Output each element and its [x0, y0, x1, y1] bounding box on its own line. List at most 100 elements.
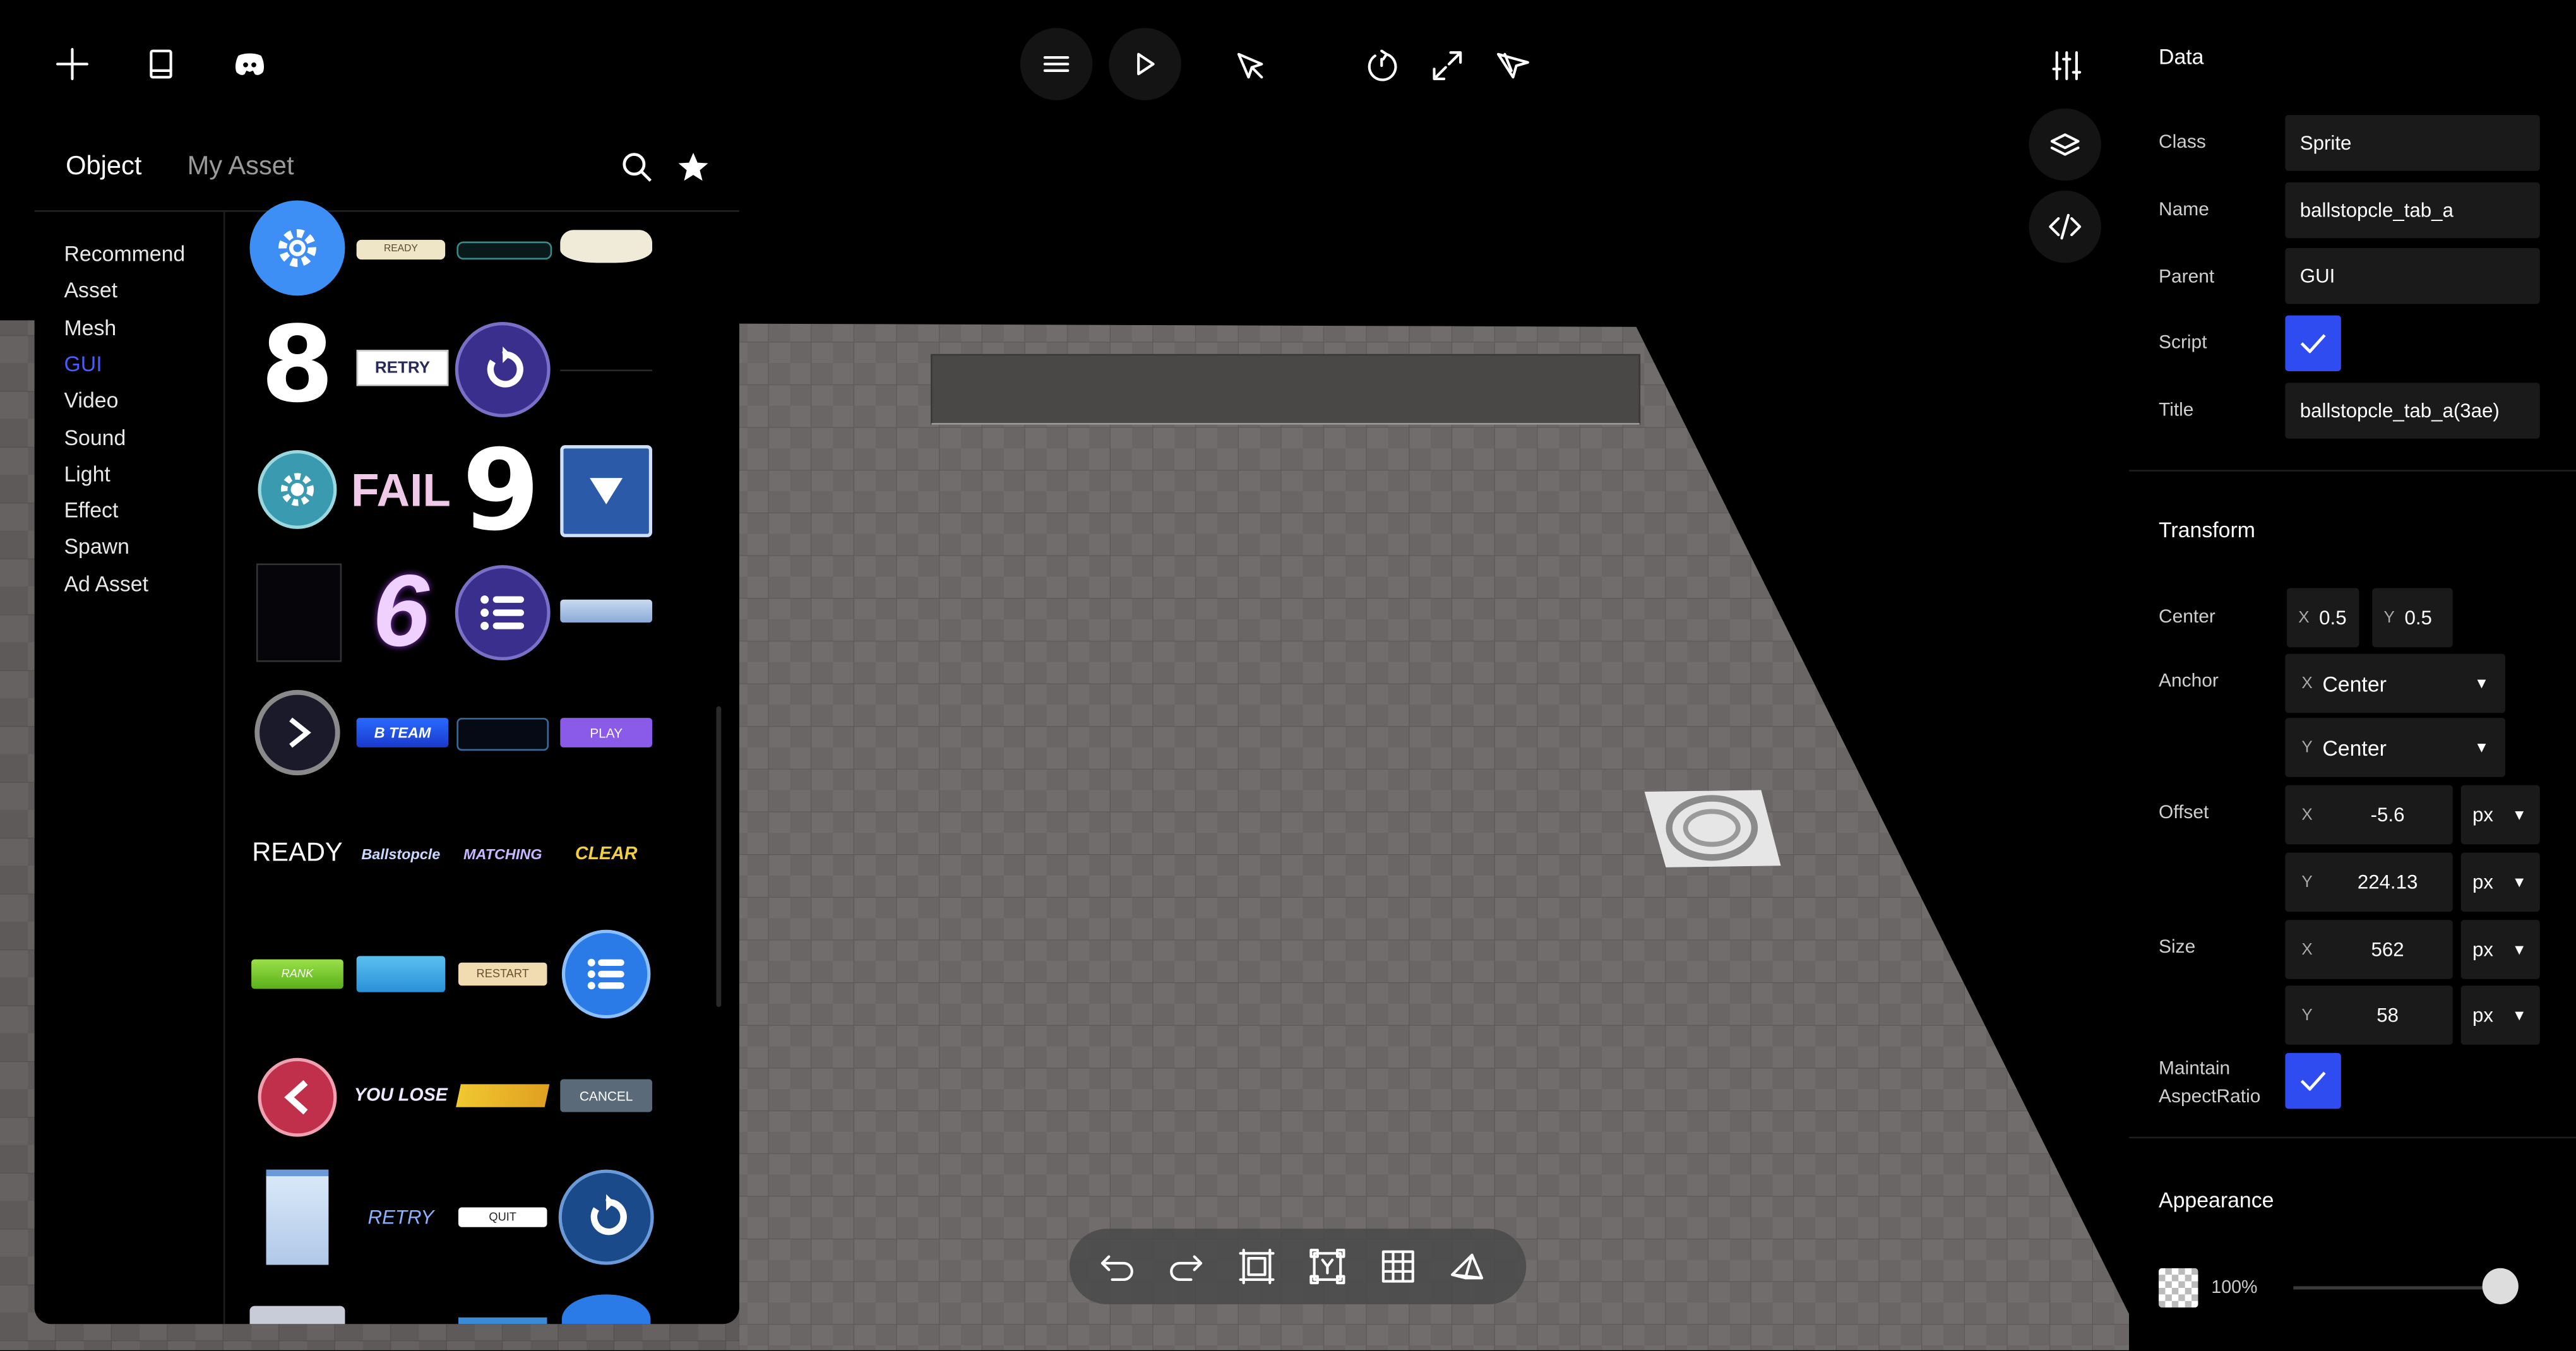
sliders-icon[interactable] [2044, 43, 2090, 89]
category-spawn[interactable]: Spawn [64, 534, 129, 559]
script-checkbox[interactable] [2285, 315, 2341, 372]
size-y-unit-select[interactable]: px ▼ [2460, 985, 2540, 1045]
center-x-field[interactable]: X 0.5 [2286, 588, 2359, 648]
code-icon[interactable] [2029, 190, 2101, 263]
category-sound[interactable]: Sound [64, 426, 126, 450]
search-icon[interactable] [621, 151, 654, 192]
book-icon[interactable] [138, 41, 184, 87]
transform-icon[interactable] [1304, 1244, 1351, 1290]
parent-field[interactable]: GUI [2285, 247, 2540, 304]
gui-item-dropdown-button[interactable] [560, 445, 652, 537]
gui-item-light-blue-bar[interactable] [560, 599, 652, 623]
anchor-label: Anchor [2159, 672, 2219, 692]
gui-item-cream-banner[interactable] [560, 230, 652, 263]
gui-item-thin-line[interactable] [560, 369, 652, 372]
redo-icon[interactable] [1163, 1244, 1209, 1290]
name-field[interactable]: ballstopcle_tab_a [2285, 182, 2540, 239]
offset-y-unit-select[interactable]: px ▼ [2460, 852, 2540, 912]
category-effect[interactable]: Effect [64, 497, 118, 522]
gui-item-matching[interactable]: MATCHING [453, 843, 552, 866]
gui-item-yellow-bar[interactable] [456, 1084, 550, 1107]
offset-label: Offset [2159, 803, 2209, 823]
gui-item-cancel[interactable]: CANCEL [560, 1079, 652, 1112]
category-recommend[interactable]: Recommend [64, 241, 185, 266]
title-label: Title [2159, 400, 2194, 421]
tab-object[interactable]: Object [66, 153, 141, 182]
gui-item-play[interactable]: PLAY [560, 718, 652, 747]
gui-item-restart-purple[interactable] [455, 321, 551, 417]
transparency-swatch[interactable] [2159, 1268, 2198, 1308]
gui-item-clear[interactable]: CLEAR [557, 841, 655, 867]
gui-item-number-9[interactable]: 9 [458, 426, 544, 556]
gui-item-retry-box[interactable]: RETRY [356, 350, 449, 386]
title-field[interactable]: ballstopcle_tab_a(3ae) [2285, 383, 2540, 439]
layers-icon[interactable] [2029, 108, 2101, 181]
select-cursor-icon[interactable] [1227, 43, 1273, 89]
gui-item-gray-panel[interactable] [249, 1306, 345, 1324]
category-video[interactable]: Video [64, 388, 118, 412]
gui-item-rank[interactable]: RANK [251, 959, 343, 989]
frame-icon[interactable] [1234, 1244, 1280, 1290]
gui-item-next-round[interactable] [254, 689, 340, 776]
gui-item-sky-blue-button[interactable] [356, 956, 446, 992]
star-icon[interactable] [677, 151, 710, 192]
target-sprite[interactable] [1644, 790, 1781, 867]
offset-x-field[interactable]: X -5.6 [2285, 785, 2453, 845]
gui-item-quit[interactable]: QUIT [458, 1207, 547, 1227]
category-gui[interactable]: GUI [64, 352, 102, 376]
play-icon[interactable] [1109, 28, 1181, 100]
gui-item-ready-big[interactable]: READY [248, 836, 347, 872]
undo-icon[interactable] [1094, 1244, 1140, 1290]
size-x-unit-select[interactable]: px ▼ [2460, 920, 2540, 979]
grid-icon[interactable] [1375, 1244, 1421, 1290]
gui-item-number-8[interactable]: 8 [254, 306, 340, 427]
gui-item-blue-bar[interactable] [458, 1317, 547, 1324]
gui-item-teal-bar[interactable] [456, 241, 552, 260]
gui-item-ballstopcle[interactable]: Ballstopcle [352, 843, 450, 866]
gui-item-fail[interactable]: FAIL [351, 463, 451, 519]
selected-sprite-bar[interactable] [931, 354, 1641, 425]
gui-item-gear-blue[interactable] [249, 200, 345, 296]
gui-item-you-lose[interactable]: YOU LOSE [352, 1083, 450, 1109]
category-light[interactable]: Light [64, 461, 110, 486]
anchor-x-select[interactable]: X Center ▼ [2285, 653, 2506, 713]
category-asset[interactable]: Asset [64, 278, 117, 302]
anchor-y-select[interactable]: Y Center ▼ [2285, 718, 2506, 777]
gui-item-blue-circle-partial[interactable] [561, 1294, 651, 1324]
opacity-slider-thumb[interactable] [2482, 1268, 2519, 1304]
chevron-down-icon: ▼ [2474, 675, 2490, 692]
menu-icon[interactable] [1020, 28, 1093, 100]
gui-item-list-purple[interactable] [455, 565, 551, 661]
offset-x-unit-select[interactable]: px ▼ [2460, 785, 2540, 845]
gui-item-restart-blue[interactable] [558, 1169, 654, 1265]
maintain-aspect-checkbox[interactable] [2285, 1052, 2341, 1109]
asset-scrollbar[interactable] [716, 706, 722, 1008]
class-field[interactable]: Sprite [2285, 115, 2540, 171]
gui-item-card-panel[interactable] [266, 1169, 329, 1265]
camera-icon[interactable] [1446, 1244, 1492, 1290]
size-x-field[interactable]: X 562 [2285, 920, 2453, 979]
class-label: Class [2159, 133, 2206, 153]
expand-icon[interactable] [1424, 43, 1470, 89]
gui-item-list-blue[interactable] [561, 929, 651, 1019]
category-ad-asset[interactable]: Ad Asset [64, 571, 148, 596]
offset-y-field[interactable]: Y 224.13 [2285, 852, 2453, 912]
gui-item-gear-teal[interactable] [258, 449, 337, 529]
tab-my-asset[interactable]: My Asset [188, 153, 294, 182]
gui-item-dark-panel[interactable] [256, 563, 342, 662]
rotate-icon[interactable] [1359, 43, 1405, 89]
discord-icon[interactable] [227, 41, 273, 87]
gui-item-restart[interactable]: RESTART [458, 962, 547, 986]
gui-item-number-6[interactable]: 6 [357, 554, 446, 668]
category-mesh[interactable]: Mesh [64, 316, 116, 340]
gui-item-ready-small[interactable]: READY [356, 239, 446, 260]
opacity-slider-track[interactable] [2293, 1286, 2501, 1290]
gui-item-b-team[interactable]: B TEAM [356, 718, 449, 747]
add-icon[interactable] [49, 41, 95, 87]
size-y-field[interactable]: Y 58 [2285, 985, 2453, 1045]
move-cursor-icon[interactable] [1490, 43, 1536, 89]
center-y-field[interactable]: Y 0.5 [2372, 588, 2453, 648]
gui-item-retry-italic[interactable]: RETRY [355, 1204, 447, 1230]
gui-item-back-red[interactable] [258, 1057, 337, 1137]
gui-item-dark-blue-frame[interactable] [456, 718, 549, 751]
